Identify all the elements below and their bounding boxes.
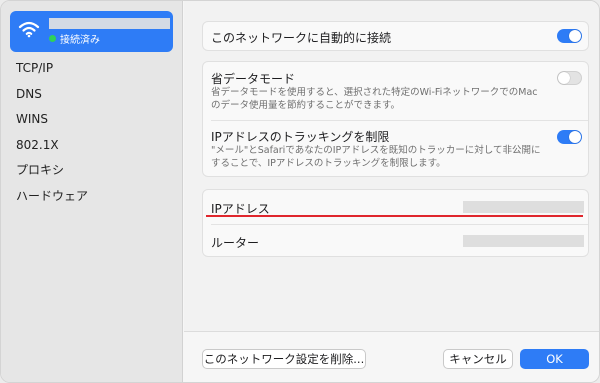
ip-address-value-redacted <box>463 201 584 213</box>
address-group: IPアドレス ルーター <box>202 189 589 257</box>
connected-status-dot <box>49 35 56 42</box>
network-settings-window: 接続済み TCP/IP DNS WINS 802.1X プロキシ ハードウェア … <box>0 0 600 383</box>
connection-status: 接続済み <box>60 35 100 46</box>
auto-join-toggle[interactable] <box>557 29 582 43</box>
wifi-icon <box>18 21 40 38</box>
sidebar-list: TCP/IP DNS WINS 802.1X プロキシ ハードウェア <box>1 56 183 209</box>
divider <box>211 224 588 225</box>
sidebar-item-dns[interactable]: DNS <box>1 82 183 108</box>
low-data-mode-toggle[interactable] <box>557 71 582 85</box>
privacy-group: 省データモード 省データモードを使用すると、選択された特定のWi-Fiネットワー… <box>202 61 589 177</box>
auto-join-label: このネットワークに自動的に接続 <box>211 31 392 45</box>
forget-network-button[interactable]: このネットワーク設定を削除... <box>202 349 366 369</box>
settings-content: このネットワークに自動的に接続 省データモード 省データモードを使用すると、選択… <box>184 1 599 331</box>
low-data-mode-description: 省データモードを使用すると、選択された特定のWi-FiネットワークでのMacのデ… <box>211 87 538 111</box>
sidebar-item-tcpip[interactable]: TCP/IP <box>1 56 183 82</box>
sidebar-item-wins[interactable]: WINS <box>1 107 183 133</box>
ip-address-highlight-underline <box>206 215 583 217</box>
sidebar-item-hardware[interactable]: ハードウェア <box>1 184 183 210</box>
low-data-mode-label: 省データモード <box>211 72 296 86</box>
limit-ip-tracking-toggle[interactable] <box>557 130 582 144</box>
router-label: ルーター <box>211 236 260 250</box>
divider <box>211 120 588 121</box>
limit-ip-tracking-label: IPアドレスのトラッキングを制限 <box>211 130 390 144</box>
sidebar-selected-network[interactable]: 接続済み <box>10 11 173 52</box>
router-value-redacted <box>463 235 584 247</box>
auto-join-group: このネットワークに自動的に接続 <box>202 21 589 51</box>
sidebar-item-proxy[interactable]: プロキシ <box>1 158 183 184</box>
cancel-button[interactable]: キャンセル <box>443 349 513 369</box>
toggle-knob <box>558 72 570 84</box>
ok-button[interactable]: OK <box>520 349 589 369</box>
toggle-knob <box>569 30 581 42</box>
network-name-redacted <box>49 18 170 29</box>
limit-ip-tracking-description: "メール"とSafariであなたのIPアドレスを既知のトラッカーに対して非公開に… <box>211 145 541 169</box>
footer-bar: このネットワーク設定を削除... キャンセル OK <box>184 331 599 382</box>
toggle-knob <box>569 131 581 143</box>
sidebar: 接続済み TCP/IP DNS WINS 802.1X プロキシ ハードウェア <box>1 1 183 382</box>
sidebar-item-8021x[interactable]: 802.1X <box>1 133 183 159</box>
